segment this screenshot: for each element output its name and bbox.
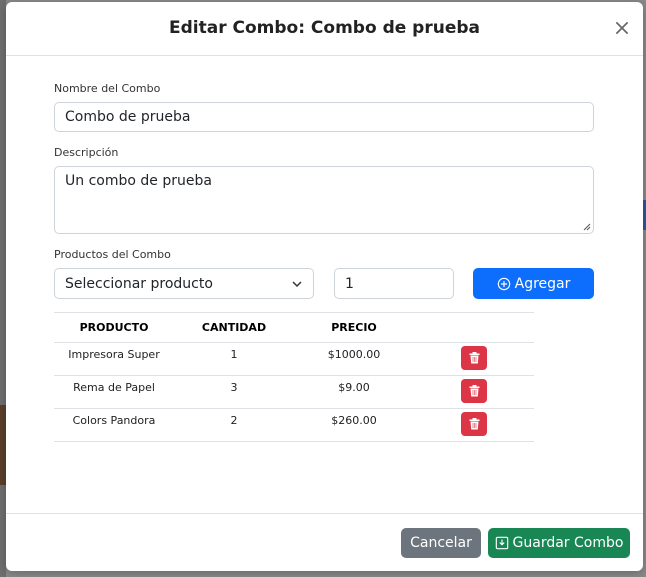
cell-cantidad: 3 [174, 375, 294, 409]
table-header-row: PRODUCTO CANTIDAD PRECIO [54, 312, 534, 343]
cell-precio: $260.00 [294, 408, 414, 442]
delete-button[interactable] [461, 379, 487, 403]
table-row: Impresora Super 1 $1000.00 [54, 342, 534, 376]
trash-icon [469, 352, 479, 364]
edit-combo-modal: Editar Combo: Combo de prueba Nombre del… [6, 2, 643, 571]
description-text: Un combo de prueba [65, 173, 212, 189]
close-icon [615, 21, 629, 35]
cell-actions [414, 342, 534, 376]
cell-cantidad: 1 [174, 342, 294, 376]
cell-precio: $1000.00 [294, 342, 414, 376]
table-row: Colors Pandora 2 $260.00 [54, 408, 534, 442]
add-button-label: Agregar [514, 275, 571, 292]
cancel-button[interactable]: Cancelar [401, 528, 481, 558]
modal-title: Editar Combo: Combo de prueba [168, 18, 481, 38]
description-textarea[interactable]: Un combo de prueba [54, 166, 594, 234]
cell-precio: $9.00 [294, 375, 414, 409]
modal-footer: Cancelar Guardar Combo [6, 513, 643, 571]
save-button-label: Guardar Combo [512, 535, 624, 551]
product-select-value: Seleccionar producto [65, 275, 213, 292]
table-row: Rema de Papel 3 $9.00 [54, 375, 534, 409]
add-product-row: Seleccionar producto 1 Agregar [54, 268, 594, 299]
description-label: Descripción [54, 146, 119, 159]
modal-header: Editar Combo: Combo de prueba [6, 2, 643, 56]
combo-products-table: PRODUCTO CANTIDAD PRECIO Impresora Super… [54, 312, 534, 442]
header-actions [414, 312, 534, 343]
delete-button[interactable] [461, 346, 487, 370]
cell-producto: Impresora Super [54, 342, 174, 376]
quantity-input[interactable]: 1 [334, 268, 454, 299]
resize-grip-icon[interactable] [583, 223, 591, 231]
close-button[interactable] [613, 19, 631, 37]
cell-actions [414, 408, 534, 442]
cell-cantidad: 2 [174, 408, 294, 442]
combo-name-input[interactable]: Combo de prueba [54, 102, 594, 132]
modal-body: Nombre del Combo Combo de prueba Descrip… [54, 82, 594, 442]
delete-button[interactable] [461, 412, 487, 436]
trash-icon [469, 385, 479, 397]
add-product-button[interactable]: Agregar [473, 268, 594, 299]
cell-actions [414, 375, 534, 409]
cell-producto: Colors Pandora [54, 408, 174, 442]
header-producto: PRODUCTO [54, 312, 174, 343]
save-combo-button[interactable]: Guardar Combo [488, 528, 630, 558]
header-cantidad: CANTIDAD [174, 312, 294, 343]
product-select[interactable]: Seleccionar producto [54, 268, 314, 299]
save-icon [495, 536, 508, 550]
chevron-down-icon [292, 280, 302, 287]
products-label: Productos del Combo [54, 248, 171, 261]
header-precio: PRECIO [294, 312, 414, 343]
cell-producto: Rema de Papel [54, 375, 174, 409]
trash-icon [469, 418, 479, 430]
name-label: Nombre del Combo [54, 82, 161, 95]
plus-circle-icon [497, 277, 510, 290]
